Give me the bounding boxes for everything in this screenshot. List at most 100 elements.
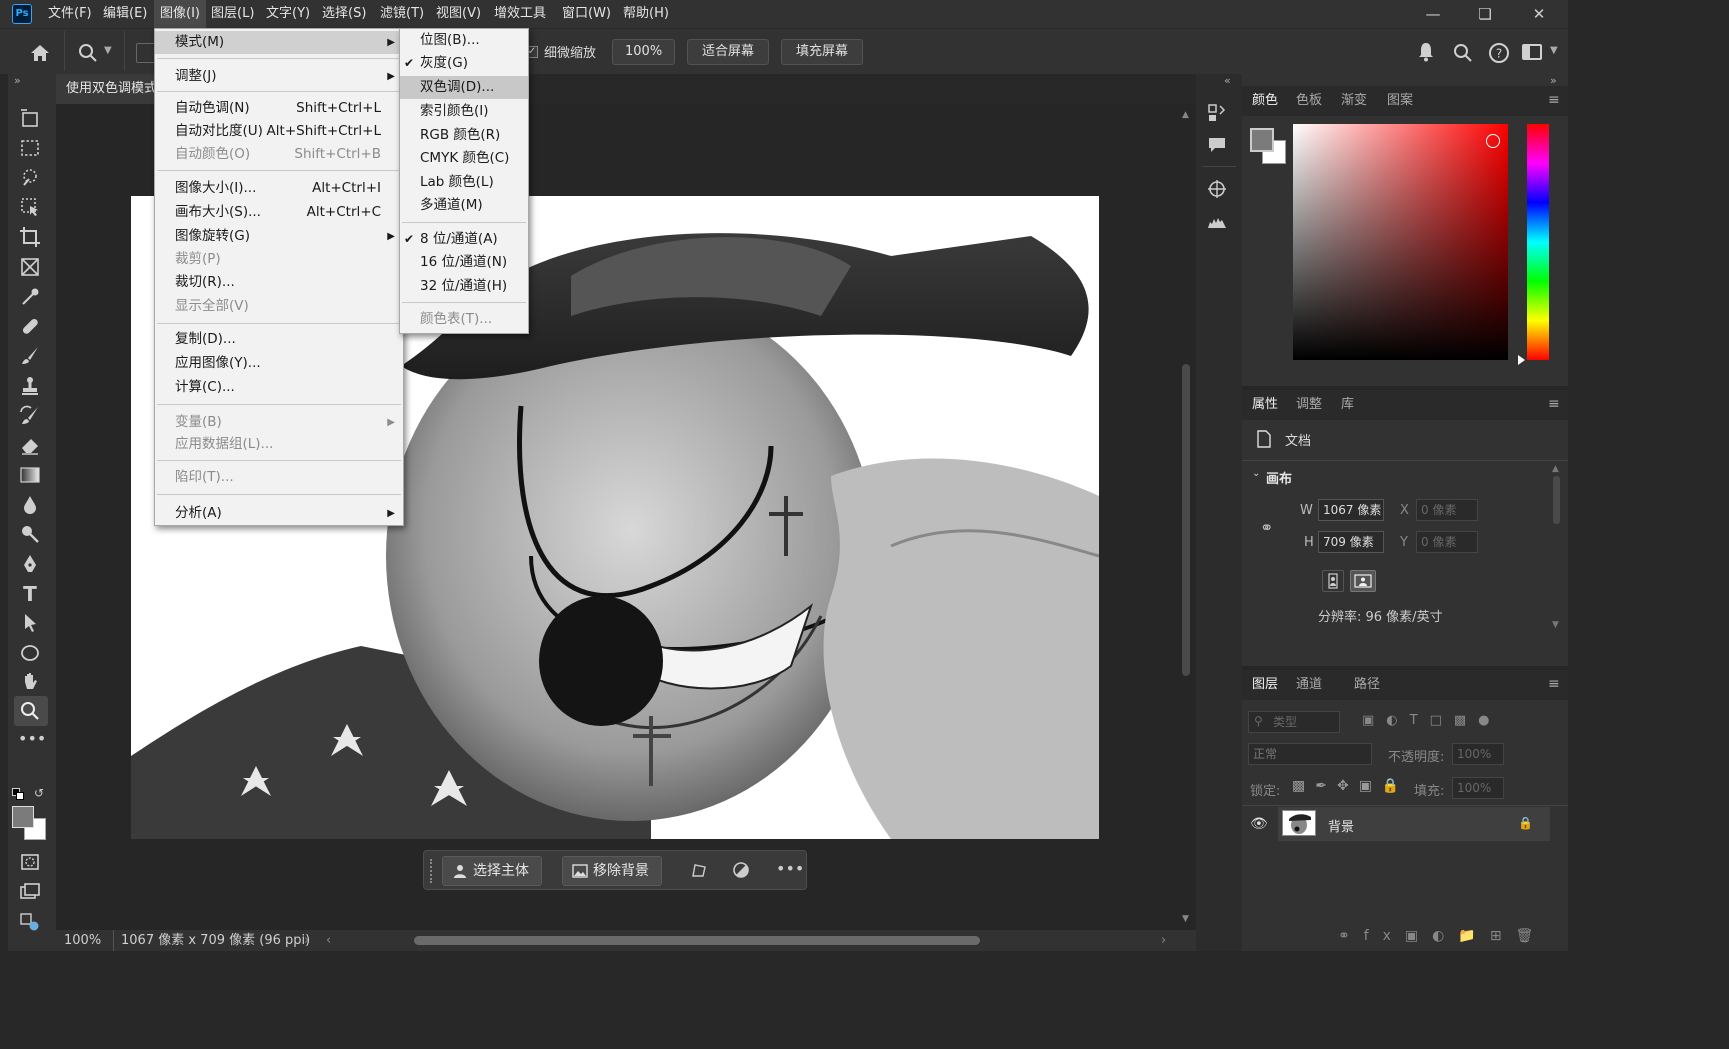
marquee-tool-icon[interactable] [18,136,42,160]
menu-item-image-size[interactable]: 图像大小(I)... Alt+Ctrl+I [155,177,403,200]
healing-brush-icon[interactable] [18,314,42,338]
menu-item-duplicate[interactable]: 复制(D)... [155,328,403,351]
crop-tool-icon[interactable] [18,225,42,249]
chevron-up-icon[interactable]: ▲ [1182,110,1189,120]
frame-tool-icon[interactable] [18,255,42,279]
tab-layers[interactable]: 图层 [1242,670,1288,700]
layer-name[interactable]: 背景 [1328,816,1354,835]
lock-icon[interactable]: 🔒 [1518,816,1533,830]
workspace-icon[interactable] [1522,44,1542,60]
menu-item-reveal-all[interactable]: 显示全部(V) [155,295,403,318]
y-field[interactable]: 0 像素 [1416,531,1478,553]
foreground-color-swatch[interactable] [12,806,34,828]
landscape-icon[interactable] [1350,570,1376,592]
type-tool-icon[interactable]: T [18,582,42,606]
zoom-percent-field[interactable]: 100% [612,39,676,65]
screen-mode-icon[interactable] [18,880,42,904]
chevron-down-icon[interactable]: ▼ [1552,620,1559,630]
menu-item-trap[interactable]: 陷印(T)... [155,466,403,489]
comments-icon[interactable] [1206,134,1228,156]
tab-paths[interactable]: 路径 [1344,670,1390,700]
fill-field[interactable]: 100% [1452,777,1504,799]
menu-item-16bit[interactable]: 16 位/通道(N) [400,251,528,274]
menu-item-image-rotation[interactable]: 图像旋转(G) ▶ [155,225,403,248]
menu-item-lab-color[interactable]: Lab 颜色(L) [400,171,528,194]
menu-item-apply-image[interactable]: 应用图像(Y)... [155,352,403,375]
minimize-icon[interactable]: — [1410,0,1456,28]
close-icon[interactable]: ✕ [1516,0,1562,28]
menu-item-canvas-size[interactable]: 画布大小(S)... Alt+Ctrl+C [155,201,403,224]
menu-item-adjustments[interactable]: 调整(J) ▶ [155,65,403,88]
quick-select-icon[interactable] [18,165,42,189]
chevron-left-icon[interactable]: ‹ [326,930,331,951]
properties-scroll-thumb[interactable] [1553,476,1560,524]
portrait-icon[interactable] [1322,570,1344,592]
menu-file[interactable]: 文件(F) [42,0,98,28]
zoom-tool-icon[interactable] [76,41,100,65]
tab-patterns[interactable]: 图案 [1377,86,1423,116]
menu-edit[interactable]: 编辑(E) [97,0,153,28]
menu-item-grayscale[interactable]: ✔ 灰度(G) [400,52,528,75]
fg-color-swatch[interactable] [1250,128,1274,152]
height-field[interactable]: 709 像素 [1318,531,1384,553]
chevron-down-icon[interactable]: ▼ [1182,914,1189,924]
menu-item-duotone[interactable]: 双色调(D)... [400,76,528,99]
tab-gradients[interactable]: 渐变 [1331,86,1377,116]
link-icon[interactable]: ⚭ [1260,518,1273,537]
color-field[interactable] [1293,124,1508,360]
menu-item-crop[interactable]: 裁剪(P) [155,248,403,271]
chevron-down-icon[interactable]: ⌄ [1252,468,1260,479]
menu-item-calculations[interactable]: 计算(C)... [155,376,403,399]
brush-tool-icon[interactable] [18,344,42,368]
home-icon[interactable] [28,41,52,65]
canvas-vertical-scrollbar[interactable]: ▲ ▼ [1176,104,1196,930]
pen-tool-icon[interactable] [18,552,42,576]
menu-item-analysis[interactable]: 分析(A) ▶ [155,502,403,525]
tab-properties[interactable]: 属性 [1242,390,1288,420]
menu-item-32bit[interactable]: 32 位/通道(H) [400,275,528,298]
help-icon[interactable]: ? [1488,42,1510,64]
drag-handle-icon[interactable] [430,859,434,883]
chevron-up-icon[interactable]: ▲ [1552,464,1559,474]
fit-screen-button[interactable]: 适合屏幕 [687,39,770,65]
menu-item-8bit[interactable]: ✔ 8 位/通道(A) [400,228,528,251]
status-zoom[interactable]: 100% [64,930,101,951]
artboard-tool-icon[interactable] [18,106,42,130]
menu-item-auto-contrast[interactable]: 自动对比度(U) Alt+Shift+Ctrl+L [155,120,403,143]
blur-tool-icon[interactable] [18,493,42,517]
collapse-icon[interactable]: « [1224,74,1231,87]
chevron-down-icon[interactable]: ▼ [1550,45,1558,56]
menu-layer[interactable]: 图层(L) [205,0,260,28]
history-icon[interactable] [1206,102,1228,124]
remove-background-button[interactable]: 移除背景 [562,856,662,886]
panel-menu-icon[interactable]: ≡ [1548,396,1560,412]
navigator-icon[interactable] [1206,178,1228,200]
adjustment-icon[interactable] [732,861,750,879]
gradient-tool-icon[interactable] [18,463,42,487]
tab-libraries[interactable]: 库 [1331,390,1364,420]
ellipse-tool-icon[interactable] [18,641,42,665]
menu-window[interactable]: 窗口(W) [556,0,617,28]
chevron-right-icon[interactable]: › [1161,930,1166,951]
hue-slider[interactable] [1527,124,1549,360]
chevron-down-icon[interactable]: ▼ [104,45,112,56]
eye-icon[interactable]: 👁 [1250,816,1268,832]
histogram-icon[interactable] [1206,210,1228,232]
menu-item-mode[interactable]: 模式(M) ▶ [155,31,403,54]
menu-item-bitmap[interactable]: 位图(B)... [400,29,528,52]
quick-mask-icon[interactable] [18,850,42,874]
swap-colors-icon[interactable]: ↺ [34,786,44,800]
menu-select[interactable]: 选择(S) [316,0,372,28]
horizontal-scroll-thumb[interactable] [414,936,980,945]
object-select-icon[interactable] [18,195,42,219]
search-icon[interactable] [1452,42,1474,64]
eyedropper-icon[interactable] [18,285,42,309]
menu-item-auto-color[interactable]: 自动颜色(O) Shift+Ctrl+B [155,143,403,166]
tab-channels[interactable]: 通道 [1286,670,1332,700]
tab-swatches[interactable]: 色板 [1286,86,1332,116]
stamp-tool-icon[interactable] [18,374,42,398]
tab-color[interactable]: 颜色 [1242,86,1288,116]
menu-item-trim[interactable]: 裁切(R)... [155,271,403,294]
menu-item-color-table[interactable]: 颜色表(T)... [400,308,528,331]
collapse-icon[interactable]: » [14,74,21,87]
